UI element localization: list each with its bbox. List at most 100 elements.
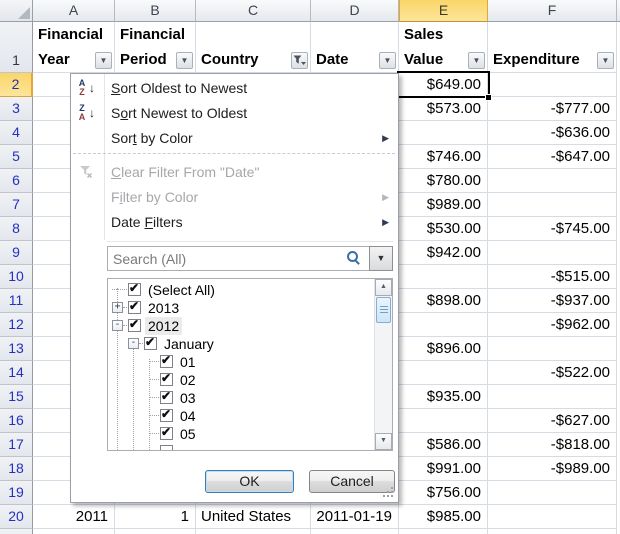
menu-item-sort-by-color[interactable]: Sort by Color ▶ <box>71 126 398 151</box>
filter-button-year[interactable]: ▼ <box>95 52 112 69</box>
cell-e11[interactable]: $898.00 <box>399 289 488 313</box>
cell-f7[interactable] <box>488 193 617 217</box>
cell-f10[interactable]: -$515.00 <box>488 265 617 289</box>
select-all-corner[interactable] <box>0 0 33 22</box>
cell-f11[interactable]: -$937.00 <box>488 289 617 313</box>
row-header-16[interactable]: 16 <box>0 409 33 433</box>
row-header-2[interactable]: 2 <box>0 73 33 97</box>
menu-item-date-filters[interactable]: Date Filters ▶ <box>71 210 398 235</box>
tree-item-day-01[interactable]: ✔ 01 <box>108 353 372 371</box>
checkbox[interactable]: ✔ <box>160 409 173 422</box>
row-header-14[interactable]: 14 <box>0 361 33 385</box>
tree-item-2013[interactable]: + ✔ 2013 <box>108 299 372 317</box>
tree-item-day-03[interactable]: ✔ 03 <box>108 389 372 407</box>
cell-e20[interactable]: $985.00 <box>399 505 488 529</box>
filter-button-expenditure[interactable]: ▼ <box>597 52 614 69</box>
cell-e7[interactable]: $989.00 <box>399 193 488 217</box>
field-header-date[interactable]: Date ▼ <box>311 22 399 73</box>
cell-f6[interactable] <box>488 169 617 193</box>
checkbox[interactable]: ✔ <box>128 301 141 314</box>
cell-f3[interactable]: -$777.00 <box>488 97 617 121</box>
cell-e14[interactable] <box>399 361 488 385</box>
cell[interactable] <box>115 529 196 534</box>
cell-f4[interactable]: -$636.00 <box>488 121 617 145</box>
column-header-b[interactable]: B <box>115 0 196 22</box>
cell-f18[interactable]: -$989.00 <box>488 457 617 481</box>
row-header-10[interactable]: 10 <box>0 265 33 289</box>
row-header-11[interactable]: 11 <box>0 289 33 313</box>
row-header-21[interactable] <box>0 529 33 534</box>
cell-f15[interactable] <box>488 385 617 409</box>
menu-item-sort-newest-to-oldest[interactable]: Z A ↓ Sort Newest to Oldest <box>71 101 398 126</box>
cell-f5[interactable]: -$647.00 <box>488 145 617 169</box>
checkbox[interactable]: ✔ <box>160 355 173 368</box>
cell-f14[interactable]: -$522.00 <box>488 361 617 385</box>
menu-item-clear-filter[interactable]: Clear Filter From "Date" <box>71 160 398 185</box>
menu-item-sort-oldest-to-newest[interactable]: A Z ↓ Sort Oldest to Newest <box>71 76 398 101</box>
cell-e8[interactable]: $530.00 <box>399 217 488 241</box>
scrollbar-up-button[interactable]: ▲ <box>375 279 392 296</box>
cell-f8[interactable]: -$745.00 <box>488 217 617 241</box>
row-header-4[interactable]: 4 <box>0 121 33 145</box>
filter-button-period[interactable]: ▼ <box>176 52 193 69</box>
tree-collapse-icon[interactable]: - <box>112 320 123 331</box>
cell-f16[interactable]: -$627.00 <box>488 409 617 433</box>
tree-expand-icon[interactable]: + <box>112 302 123 313</box>
cell-e16[interactable] <box>399 409 488 433</box>
list-scrollbar[interactable]: ▲ ▼ <box>374 279 392 450</box>
column-header-a[interactable]: A <box>33 0 115 22</box>
cell[interactable] <box>399 529 488 534</box>
ok-button[interactable]: OK <box>205 470 294 493</box>
cell-c20[interactable]: United States <box>196 505 311 529</box>
tree-item-day-02[interactable]: ✔ 02 <box>108 371 372 389</box>
cell-e5[interactable]: $746.00 <box>399 145 488 169</box>
column-header-e[interactable]: E <box>399 0 488 22</box>
checkbox[interactable]: ✔ <box>160 427 173 440</box>
cell[interactable] <box>311 529 399 534</box>
field-header-country[interactable]: Country <box>196 22 311 73</box>
tree-item-day-05[interactable]: ✔ 05 <box>108 425 372 443</box>
cell-e12[interactable] <box>399 313 488 337</box>
cell-e3[interactable]: $573.00 <box>399 97 488 121</box>
cell-f13[interactable] <box>488 337 617 361</box>
row-header-9[interactable]: 9 <box>0 241 33 265</box>
tree-item-partial[interactable] <box>108 443 372 450</box>
row-header-6[interactable]: 6 <box>0 169 33 193</box>
field-header-expenditure[interactable]: Expenditure ▼ <box>488 22 617 73</box>
tree-item-select-all[interactable]: ✔ (Select All) <box>108 281 372 299</box>
cell-f9[interactable] <box>488 241 617 265</box>
field-header-financial-period[interactable]: Financial Period ▼ <box>115 22 196 73</box>
checkbox[interactable]: ✔ <box>128 283 141 296</box>
cell-e13[interactable]: $896.00 <box>399 337 488 361</box>
cell-f17[interactable]: -$818.00 <box>488 433 617 457</box>
row-header-7[interactable]: 7 <box>0 193 33 217</box>
filter-button-country-filtered[interactable] <box>291 52 308 69</box>
column-header-d[interactable]: D <box>311 0 399 22</box>
cell-d20[interactable]: 2011-01-19 <box>311 505 399 529</box>
tree-item-2012[interactable]: - ✔ 2012 <box>108 317 372 335</box>
cell-e4[interactable] <box>399 121 488 145</box>
row-header-19[interactable]: 19 <box>0 481 33 505</box>
cell[interactable] <box>196 529 311 534</box>
cell-e6[interactable]: $780.00 <box>399 169 488 193</box>
tree-collapse-icon[interactable]: - <box>128 338 139 349</box>
field-header-financial-year[interactable]: Financial Year ▼ <box>33 22 115 73</box>
cell[interactable] <box>33 529 115 534</box>
cell-e17[interactable]: $586.00 <box>399 433 488 457</box>
row-header-1[interactable]: 1 <box>0 22 33 73</box>
cell[interactable] <box>488 529 617 534</box>
cell-e19[interactable]: $756.00 <box>399 481 488 505</box>
row-header-15[interactable]: 15 <box>0 385 33 409</box>
cell-f2[interactable] <box>488 73 617 97</box>
cell-b20[interactable]: 1 <box>115 505 196 529</box>
column-header-f[interactable]: F <box>488 0 617 22</box>
cell-f12[interactable]: -$962.00 <box>488 313 617 337</box>
row-header-13[interactable]: 13 <box>0 337 33 361</box>
cell-a20[interactable]: 2011 <box>33 505 115 529</box>
tree-item-january[interactable]: - ✔ January <box>108 335 372 353</box>
cell-e15[interactable]: $935.00 <box>399 385 488 409</box>
field-header-sales-value[interactable]: Sales Value ▼ <box>399 22 488 73</box>
cell-e18[interactable]: $991.00 <box>399 457 488 481</box>
checkbox[interactable]: ✔ <box>144 337 157 350</box>
checkbox[interactable]: ✔ <box>128 319 141 332</box>
